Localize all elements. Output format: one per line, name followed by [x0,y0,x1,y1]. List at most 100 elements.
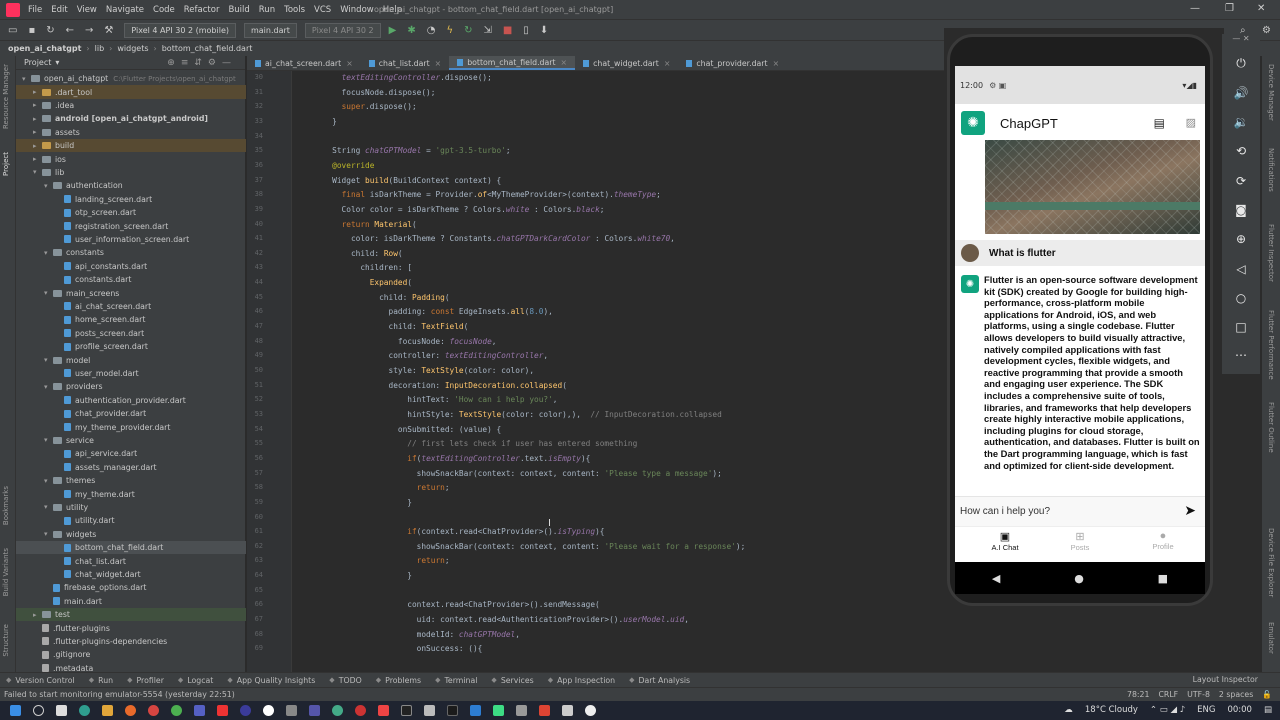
expand-arrow-icon[interactable]: ▸ [33,101,42,109]
expand-arrow-icon[interactable]: ▾ [44,289,53,297]
send-icon[interactable]: ➤ [1184,503,1196,519]
tree-item[interactable]: profile_screen.dart [16,340,246,353]
menu-item-file[interactable]: File [28,5,42,15]
close-tab-icon[interactable]: × [664,59,671,68]
tree-item[interactable]: ▸ .idea [16,99,246,112]
app-icon[interactable] [309,705,320,716]
tree-item[interactable]: ▾ utility [16,501,246,514]
tool-tab-app-inspection[interactable]: ◆ App Inspection [548,676,615,685]
tree-item[interactable]: ▾ model [16,353,246,366]
line-separator[interactable]: CRLF [1158,690,1178,699]
forward-nav-icon[interactable]: → [85,25,93,36]
app-icon[interactable] [240,705,251,716]
zoom-icon[interactable]: ⊕ [1222,232,1260,246]
device-selector[interactable]: Pixel 4 API 30 2 (mobile) [124,22,236,38]
rotate-right-icon[interactable]: ⟳ [1222,174,1260,188]
device-manager-tab[interactable]: Device Manager [1267,64,1275,121]
breadcrumb-item[interactable]: lib [95,44,105,53]
android-studio-taskbar-icon[interactable] [493,705,504,716]
folder-icon[interactable]: ▭ [8,25,17,36]
more-icon[interactable]: ⋯ [1222,348,1260,362]
nav-item-posts[interactable]: ⊞ Posts [1050,530,1110,552]
device-file-explorer-tab[interactable]: Device File Explorer [1267,528,1275,597]
app-icon[interactable] [217,705,228,716]
language-indicator[interactable]: ENG [1197,705,1215,715]
tree-item[interactable]: ▸ assets [16,126,246,139]
tool-tab-version-control[interactable]: ◆ Version Control [6,676,75,685]
weather-icon[interactable]: ☁ [1064,705,1073,715]
layout-inspector-tab[interactable]: Layout Inspector [1193,675,1258,684]
tree-item[interactable]: ▾ main_screens [16,286,246,299]
app-icon[interactable] [424,705,435,716]
app-icon[interactable] [539,705,550,716]
file-encoding[interactable]: UTF-8 [1187,690,1210,699]
search-icon[interactable] [33,705,44,716]
volume-up-icon[interactable]: 🔊 [1222,86,1260,100]
profile-run-icon[interactable]: ◔ [427,25,436,36]
menu-item-tools[interactable]: Tools [284,5,305,15]
chrome-icon[interactable] [171,705,182,716]
expand-arrow-icon[interactable]: ▾ [44,249,53,257]
tree-item[interactable]: api_constants.dart [16,260,246,273]
breadcrumb-item[interactable]: open_ai_chatgpt [8,44,81,53]
save-icon[interactable]: ▪ [28,25,35,36]
chat-input-bar[interactable]: How can i help you? ➤ [955,496,1205,526]
tree-item[interactable]: my_theme_provider.dart [16,420,246,433]
menu-item-edit[interactable]: Edit [51,5,67,15]
tree-item[interactable]: ▾ widgets [16,528,246,541]
tree-item[interactable]: ▾ providers [16,380,246,393]
tool-tab-run[interactable]: ◆ Run [89,676,113,685]
tool-tab-logcat[interactable]: ◆ Logcat [178,676,213,685]
editor-tab[interactable]: chat_widget.dart × [575,56,678,70]
menu-item-run[interactable]: Run [259,5,275,15]
tool-tab-dart-analysis[interactable]: ◆ Dart Analysis [629,676,690,685]
editor-tab[interactable]: ai_chat_screen.dart × [247,56,361,70]
close-tab-icon[interactable]: × [435,59,442,68]
tree-item[interactable]: home_screen.dart [16,313,246,326]
menu-item-window[interactable]: Window [340,5,374,15]
app-icon[interactable] [263,705,274,716]
code-editor[interactable]: textEditingController.dispose(); focusNo… [292,71,944,686]
tree-item[interactable]: authentication_provider.dart [16,394,246,407]
app-icon[interactable] [332,705,343,716]
tool-tab-services[interactable]: ◆ Services [491,676,533,685]
phone-screen[interactable]: 12:00 ⚙ ▣ ▾◢▮ ✺ ChapGPT ▤ ▨ What is flut… [955,66,1205,562]
minimize-button[interactable]: — [1190,3,1200,14]
expand-arrow-icon[interactable]: ▾ [44,477,53,485]
project-view-selector[interactable]: Project [24,58,51,67]
editor-tab[interactable]: chat_provider.dart × [678,56,787,70]
android-recents-icon[interactable]: ■ [1158,572,1168,585]
windows-start-icon[interactable] [10,705,21,716]
app-icon[interactable] [401,705,412,716]
editor-tab[interactable]: bottom_chat_field.dart × [449,56,576,70]
tree-item[interactable]: ▸ ios [16,152,246,165]
notifications-tab[interactable]: Notifications [1267,148,1275,192]
tree-item[interactable]: constants.dart [16,273,246,286]
opera-icon[interactable] [148,705,159,716]
expand-arrow-icon[interactable]: ▸ [33,115,42,123]
close-tab-icon[interactable]: × [561,58,568,67]
device-manager-icon[interactable]: ▯ [523,25,529,36]
tree-item[interactable]: registration_screen.dart [16,219,246,232]
device-selector-2[interactable]: Pixel 4 API 30 2 [304,22,381,38]
android-home-icon[interactable]: ● [1074,572,1084,585]
app-icon[interactable] [355,705,366,716]
tree-item[interactable]: api_service.dart [16,447,246,460]
tree-item[interactable]: ▸ .dart_tool [16,85,246,99]
tree-item[interactable]: chat_list.dart [16,554,246,567]
attach-icon[interactable]: ⇲ [483,25,491,36]
tree-item[interactable]: ai_chat_screen.dart [16,300,246,313]
tree-item[interactable]: ▸ test [16,608,246,622]
emulator-tab[interactable]: Emulator [1267,622,1275,654]
breadcrumb-item[interactable]: widgets [117,44,148,53]
hammer-icon[interactable]: ⚒ [104,25,113,36]
tree-item[interactable]: ▸ android [open_ai_chatgpt_android] [16,112,246,125]
tree-item[interactable]: ▾ open_ai_chatgpt C:\Flutter Projects\open… [16,72,246,85]
tree-item[interactable]: ▾ service [16,434,246,447]
home-icon[interactable]: ○ [1222,291,1260,305]
resource-manager-tab[interactable]: Resource Manager [2,64,10,129]
flutter-outline-tab[interactable]: Flutter Outline [1267,402,1275,453]
app-icon[interactable] [562,705,573,716]
settings-gear-icon[interactable]: ⚙ [1262,25,1271,36]
vscode-icon[interactable] [470,705,481,716]
